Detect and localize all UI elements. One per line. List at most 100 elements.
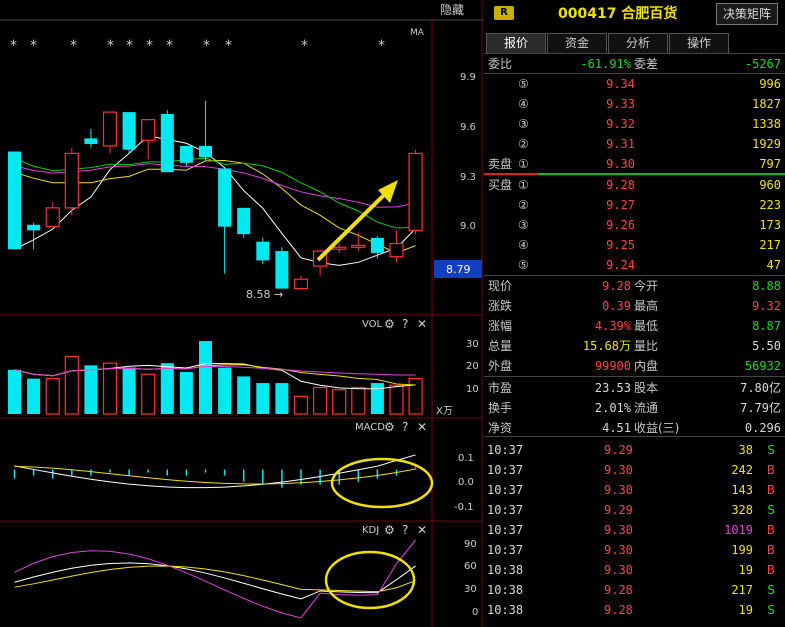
decision-matrix-button[interactable]: 决策矩阵	[716, 3, 778, 25]
svg-text:*: *	[70, 38, 77, 54]
kdj-tick: 90	[464, 539, 477, 550]
kdj-tick: 30	[464, 584, 477, 595]
volume-bar	[293, 395, 309, 415]
trade-row: 10:37 9.30 199 B	[484, 540, 785, 560]
stat-value: 15.68万	[582, 339, 631, 353]
trade-row: 10:37 9.30 143 B	[484, 480, 785, 500]
candle-body	[45, 207, 60, 228]
trade-side: B	[766, 483, 775, 497]
trade-row: 10:37 9.30 1019 B	[484, 520, 785, 540]
buy-price: 9.27	[606, 198, 635, 212]
trade-price: 9.30	[604, 543, 633, 557]
stat-key: 净资	[488, 421, 513, 435]
price-tick: 9.3	[460, 172, 476, 183]
buy-price: 9.28	[606, 178, 635, 192]
tab-analysis[interactable]: 分析	[608, 33, 668, 53]
help-icon[interactable]: ?	[402, 420, 408, 434]
buy-volume: 173	[759, 218, 781, 232]
volume-bar	[160, 363, 174, 414]
macd-tick: 0.0	[458, 477, 474, 488]
trade-side: S	[767, 443, 775, 457]
close-icon[interactable]: ✕	[417, 523, 427, 537]
svg-text:*: *	[10, 38, 17, 54]
vol-unit: X万	[436, 406, 453, 417]
stat-key: 涨幅	[488, 319, 513, 333]
stat-value: 4.39%	[594, 319, 631, 333]
gear-icon[interactable]: ⚙	[384, 317, 395, 331]
trade-time: 10:38	[487, 603, 524, 617]
stat-key: 今开	[634, 279, 659, 293]
stat-key: 收益(三)	[634, 421, 680, 435]
tab-funds[interactable]: 资金	[547, 33, 607, 53]
trade-row: 10:38 9.28 217 S	[484, 580, 785, 600]
buy-level: ②	[518, 198, 529, 212]
tab-operation[interactable]: 操作	[669, 33, 729, 53]
trade-row: 10:37 9.30 242 B	[484, 460, 785, 480]
stat-value: 9.28	[602, 279, 631, 293]
svg-text:*: *	[107, 38, 114, 54]
stat-row: 净资 4.51 收益(三) 0.296	[484, 418, 785, 438]
close-icon[interactable]: ✕	[417, 317, 427, 331]
trade-time: 10:37	[487, 443, 524, 457]
price-tick: 9.9	[460, 72, 476, 83]
sell-level: ①	[518, 157, 529, 171]
volume-bar	[122, 367, 136, 414]
sell-volume: 1929	[752, 137, 781, 151]
low-price-label: 8.58	[246, 288, 271, 301]
stat-row: 外盘 99900 内盘 56932	[484, 356, 785, 376]
buy-volume: 47	[766, 258, 781, 272]
gear-icon[interactable]: ⚙	[384, 523, 395, 537]
sell-volume: 1827	[752, 97, 781, 111]
stat-value: 7.79亿	[740, 401, 781, 415]
sell-price: 9.30	[606, 157, 635, 171]
trade-volume: 143	[731, 483, 753, 497]
quote-header: R 000417 合肥百货 决策矩阵	[484, 0, 785, 28]
trade-time: 10:37	[487, 543, 524, 557]
stat-key: 现价	[488, 279, 513, 293]
close-icon[interactable]: ✕	[417, 420, 427, 434]
candle-body	[102, 111, 118, 147]
sell-price: 9.31	[606, 137, 635, 151]
volume-bar	[8, 369, 21, 414]
trade-time: 10:38	[487, 583, 524, 597]
buy-volume: 960	[759, 178, 781, 192]
sell-level: ②	[518, 137, 529, 151]
trade-price: 9.30	[604, 483, 633, 497]
volume-bar	[141, 373, 156, 415]
gear-icon[interactable]: ⚙	[384, 420, 395, 434]
candle-body	[8, 151, 21, 250]
candle-body	[351, 244, 366, 248]
trade-price: 9.28	[604, 603, 633, 617]
volume-bar	[256, 383, 270, 414]
volume-bar	[351, 386, 366, 415]
candle-body	[122, 112, 136, 150]
hide-button[interactable]: 隐藏	[440, 3, 464, 17]
trade-time: 10:37	[487, 503, 524, 517]
sell-level: ④	[518, 97, 529, 111]
trade-side: B	[766, 563, 775, 577]
sell-volume: 996	[759, 77, 781, 91]
buy-row: ⑤ 9.24 47	[484, 255, 785, 275]
tab-quote[interactable]: 报价	[486, 33, 546, 53]
help-icon[interactable]: ?	[402, 523, 408, 537]
buy-price: 9.24	[606, 258, 635, 272]
kdj-tick: 60	[464, 561, 477, 572]
trade-price: 9.29	[604, 443, 633, 457]
trade-side: B	[766, 463, 775, 477]
volume-bar	[199, 341, 212, 414]
help-icon[interactable]: ?	[402, 317, 408, 331]
stock-name: 合肥百货	[621, 6, 678, 22]
buy-row: 买盘 ① 9.28 960	[484, 175, 785, 195]
kline-chart[interactable]: 隐藏 MA * * * * * * * * * * * 9.9 9.6 9.3 9.0 8.79…	[0, 0, 484, 627]
macd-tick: 0.1	[458, 453, 474, 464]
price-tick: 9.6	[460, 122, 476, 133]
buy-level: ①	[518, 178, 529, 192]
stat-row: 现价 9.28 今开 8.88	[484, 276, 785, 296]
candle-body	[408, 152, 423, 231]
r-badge: R	[494, 6, 514, 20]
quote-tabs: 报价 资金 分析 操作	[484, 33, 785, 53]
volume-bar	[313, 386, 328, 415]
sell-row: 卖盘 ① 9.30 797	[484, 154, 785, 174]
buy-label: 买盘	[488, 178, 513, 192]
candle-body	[27, 224, 41, 231]
